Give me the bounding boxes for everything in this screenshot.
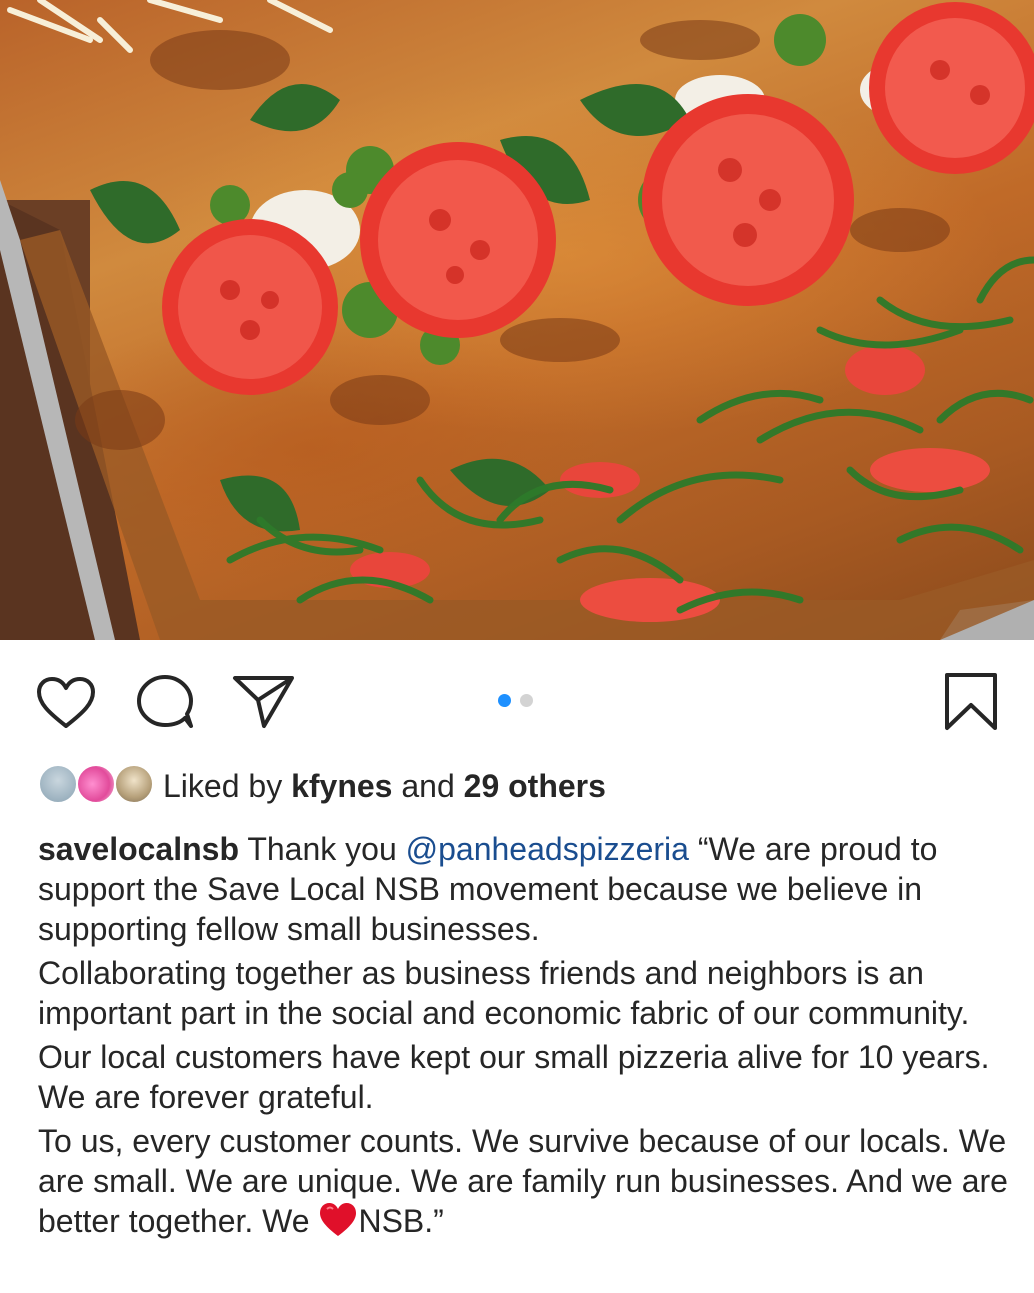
post-caption: savelocalnsb Thank you @panheadspizzeria… [38, 829, 1013, 1241]
paper-plane-icon [233, 676, 294, 728]
caption-paragraph: savelocalnsb Thank you @panheadspizzeria… [38, 829, 1013, 949]
likes-summary: Liked by kfynes and 29 others [163, 766, 606, 806]
carousel-indicator [498, 694, 538, 708]
caption-paragraph: To us, every customer counts. We survive… [38, 1121, 1013, 1241]
likes-prefix: Liked by [163, 768, 283, 804]
save-button[interactable] [944, 672, 998, 737]
mention-link[interactable]: @panheadspizzeria [406, 831, 689, 867]
comment-bubble-icon [137, 675, 193, 728]
liker-avatars[interactable] [38, 764, 154, 808]
caption-text: NSB.” [358, 1203, 444, 1239]
share-button[interactable] [232, 674, 296, 735]
post-photo[interactable] [0, 0, 1034, 640]
avatar [114, 764, 154, 804]
caption-paragraph: Our local customers have kept our small … [38, 1039, 990, 1115]
like-button[interactable] [36, 676, 96, 735]
pizza-illustration [0, 0, 1034, 640]
avatar [38, 764, 78, 804]
bookmark-outline-icon [945, 673, 997, 730]
liker-username-link[interactable]: kfynes [291, 768, 392, 804]
red-heart-emoji-icon [320, 1203, 357, 1236]
carousel-dot-active [498, 694, 511, 707]
likes-others-link[interactable]: 29 others [464, 768, 606, 804]
caption-paragraph: Collaborating together as business frien… [38, 955, 970, 1031]
carousel-dot [520, 694, 533, 707]
avatar [76, 764, 116, 804]
caption-text: To us, every customer counts. We survive… [38, 1123, 1008, 1239]
caption-username-link[interactable]: savelocalnsb [38, 831, 239, 867]
comment-button[interactable] [135, 674, 195, 735]
caption-lead-text: Thank you [239, 831, 406, 867]
heart-outline-icon [37, 677, 95, 728]
likes-joiner: and [401, 768, 455, 804]
